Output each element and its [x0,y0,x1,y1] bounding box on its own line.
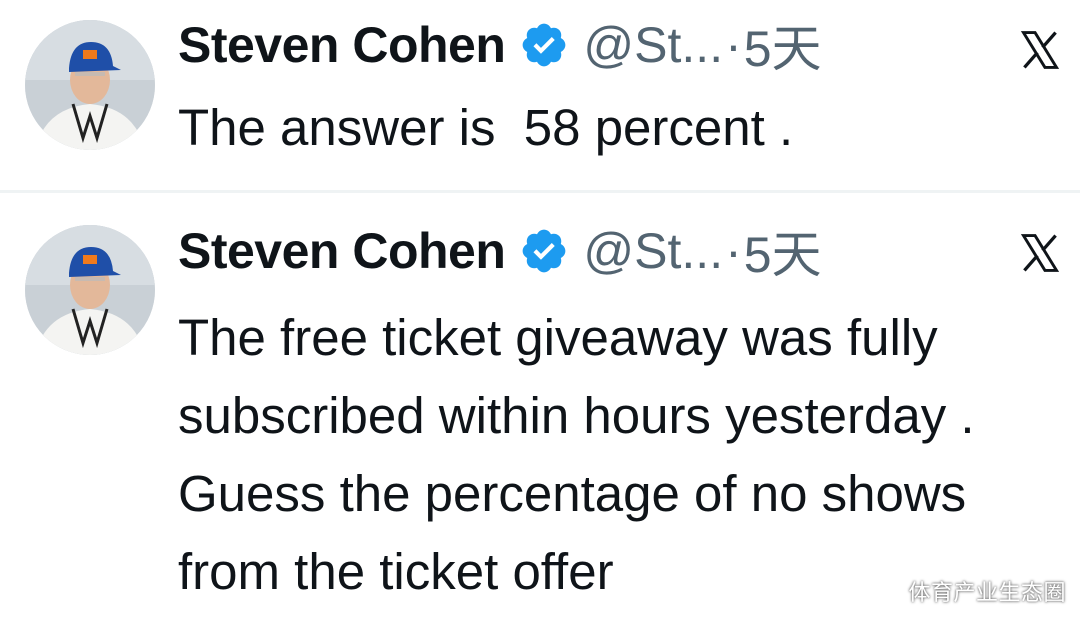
verified-badge-icon [519,20,569,70]
tweet-text: The free ticket giveaway was fully subsc… [178,309,975,600]
verified-badge-icon [519,226,569,276]
separator-dot: · [725,223,742,279]
tweet-text: The answer is 58 percent . [178,99,794,156]
timestamp[interactable]: 5天 [744,9,822,81]
avatar[interactable] [25,225,155,355]
author-handle[interactable]: @St... [583,16,723,74]
timestamp[interactable]: 5天 [744,215,822,287]
avatar[interactable] [25,20,155,150]
author-handle[interactable]: @St... [583,222,723,280]
x-logo-icon [1018,231,1062,275]
watermark: 体育产业生态圈 [908,581,1066,606]
separator-dot: · [725,17,742,73]
x-logo-icon [1018,28,1062,72]
author-name[interactable]: Steven Cohen [178,16,506,74]
author-name[interactable]: Steven Cohen [178,222,506,280]
tweet[interactable]: Steven Cohen @St... · 5天 The free ticket… [0,193,1080,619]
tweet[interactable]: Steven Cohen @St... · 5天 The answer is 5… [0,0,1080,190]
